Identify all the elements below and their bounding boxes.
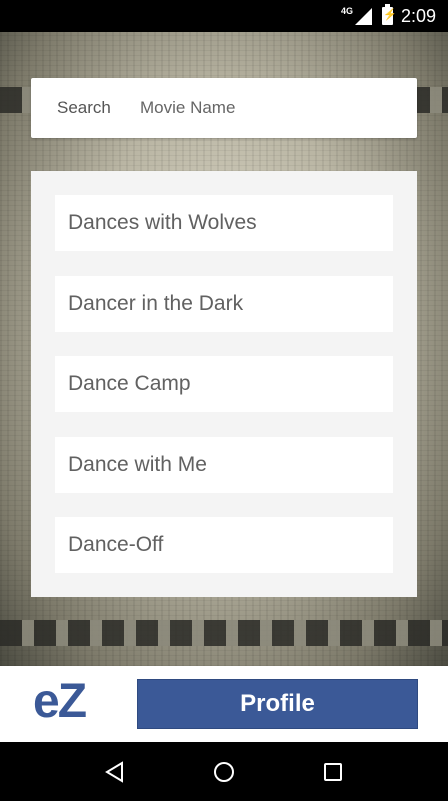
status-bar: 4G ⚡ 2:09 <box>0 0 448 32</box>
list-item[interactable]: Dance-Off <box>55 517 393 573</box>
home-icon[interactable] <box>204 752 244 792</box>
list-item[interactable]: Dance with Me <box>55 436 393 493</box>
bottom-bar: eZ Profile <box>0 666 448 742</box>
profile-button[interactable]: Profile <box>137 679 418 729</box>
film-background: Search Dances with Wolves Dancer in the … <box>0 32 448 666</box>
results-list: Dances with Wolves Dancer in the Dark Da… <box>31 171 417 597</box>
search-label: Search <box>57 98 111 117</box>
system-nav-bar <box>0 742 448 801</box>
back-icon[interactable] <box>95 752 135 792</box>
clock: 2:09 <box>400 5 436 26</box>
search-bar[interactable]: Search <box>31 78 417 138</box>
movie-name-input[interactable] <box>140 98 390 118</box>
app-logo: eZ <box>33 675 87 728</box>
battery-icon: ⚡ <box>381 4 397 25</box>
list-item[interactable]: Dancer in the Dark <box>55 275 393 332</box>
list-item[interactable]: Dance Camp <box>55 356 393 412</box>
list-item[interactable]: Dances with Wolves <box>55 195 393 251</box>
network-type-label: 4G <box>340 6 353 16</box>
film-strip-decoration <box>0 620 448 646</box>
recents-icon[interactable] <box>313 752 353 792</box>
signal-icon <box>354 7 372 25</box>
